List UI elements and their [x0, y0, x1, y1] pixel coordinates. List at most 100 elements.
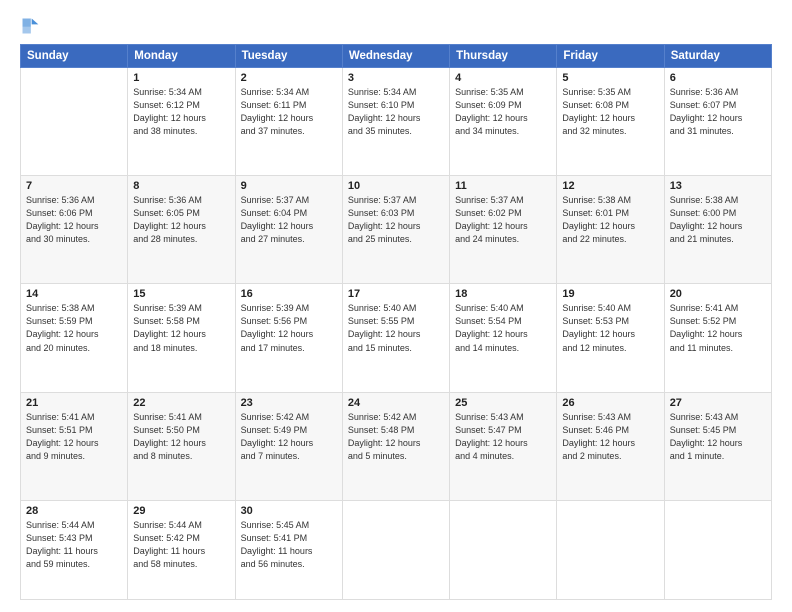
calendar-cell: 24 Sunrise: 5:42 AMSunset: 5:48 PMDayligh… [342, 392, 449, 500]
day-info: Sunrise: 5:44 AMSunset: 5:42 PMDaylight:… [133, 519, 229, 571]
day-number: 19 [562, 288, 658, 300]
calendar-cell: 5 Sunrise: 5:35 AMSunset: 6:08 PMDaylight… [557, 68, 664, 176]
calendar-cell: 20 Sunrise: 5:41 AMSunset: 5:52 PMDayligh… [664, 284, 771, 392]
day-info: Sunrise: 5:41 AMSunset: 5:50 PMDaylight:… [133, 411, 229, 463]
calendar-cell: 10 Sunrise: 5:37 AMSunset: 6:03 PMDayligh… [342, 176, 449, 284]
day-info: Sunrise: 5:34 AMSunset: 6:11 PMDaylight:… [241, 86, 337, 138]
day-info: Sunrise: 5:43 AMSunset: 5:46 PMDaylight:… [562, 411, 658, 463]
day-info: Sunrise: 5:37 AMSunset: 6:02 PMDaylight:… [455, 194, 551, 246]
day-number: 7 [26, 180, 122, 192]
day-info: Sunrise: 5:44 AMSunset: 5:43 PMDaylight:… [26, 519, 122, 571]
day-number: 12 [562, 180, 658, 192]
day-info: Sunrise: 5:42 AMSunset: 5:48 PMDaylight:… [348, 411, 444, 463]
calendar-cell [557, 500, 664, 599]
calendar-cell: 6Sunrise: 5:36 AMSunset: 6:07 PMDaylight… [664, 68, 771, 176]
col-header-wednesday: Wednesday [342, 45, 449, 68]
calendar-cell [664, 500, 771, 599]
week-row-0: 1Sunrise: 5:34 AMSunset: 6:12 PMDaylight… [21, 68, 772, 176]
day-number: 23 [241, 397, 337, 409]
day-info: Sunrise: 5:41 AMSunset: 5:51 PMDaylight:… [26, 411, 122, 463]
day-number: 6 [670, 72, 766, 84]
day-number: 17 [348, 288, 444, 300]
col-header-monday: Monday [128, 45, 235, 68]
calendar-cell [450, 500, 557, 599]
calendar-cell: 7Sunrise: 5:36 AMSunset: 6:06 PMDaylight… [21, 176, 128, 284]
calendar-cell: 15 Sunrise: 5:39 AMSunset: 5:58 PMDayligh… [128, 284, 235, 392]
calendar-cell: 14Sunrise: 5:38 AMSunset: 5:59 PMDayligh… [21, 284, 128, 392]
day-info: Sunrise: 5:37 AMSunset: 6:03 PMDaylight:… [348, 194, 444, 246]
calendar-cell: 12 Sunrise: 5:38 AMSunset: 6:01 PMDayligh… [557, 176, 664, 284]
day-info: Sunrise: 5:43 AMSunset: 5:45 PMDaylight:… [670, 411, 766, 463]
day-info: Sunrise: 5:38 AMSunset: 5:59 PMDaylight:… [26, 302, 122, 354]
day-number: 5 [562, 72, 658, 84]
day-number: 9 [241, 180, 337, 192]
day-number: 27 [670, 397, 766, 409]
calendar-table: SundayMondayTuesdayWednesdayThursdayFrid… [20, 44, 772, 600]
day-info: Sunrise: 5:38 AMSunset: 6:01 PMDaylight:… [562, 194, 658, 246]
calendar-cell: 11 Sunrise: 5:37 AMSunset: 6:02 PMDayligh… [450, 176, 557, 284]
day-number: 25 [455, 397, 551, 409]
day-info: Sunrise: 5:42 AMSunset: 5:49 PMDaylight:… [241, 411, 337, 463]
day-info: Sunrise: 5:36 AMSunset: 6:05 PMDaylight:… [133, 194, 229, 246]
day-number: 20 [670, 288, 766, 300]
col-header-thursday: Thursday [450, 45, 557, 68]
day-info: Sunrise: 5:39 AMSunset: 5:56 PMDaylight:… [241, 302, 337, 354]
day-info: Sunrise: 5:39 AMSunset: 5:58 PMDaylight:… [133, 302, 229, 354]
day-number: 2 [241, 72, 337, 84]
calendar-cell: 8 Sunrise: 5:36 AMSunset: 6:05 PMDaylight… [128, 176, 235, 284]
logo-icon [20, 16, 40, 36]
calendar-header: SundayMondayTuesdayWednesdayThursdayFrid… [21, 45, 772, 68]
day-number: 3 [348, 72, 444, 84]
day-info: Sunrise: 5:41 AMSunset: 5:52 PMDaylight:… [670, 302, 766, 354]
calendar-cell: 13Sunrise: 5:38 AMSunset: 6:00 PMDayligh… [664, 176, 771, 284]
day-number: 21 [26, 397, 122, 409]
calendar-cell: 9 Sunrise: 5:37 AMSunset: 6:04 PMDaylight… [235, 176, 342, 284]
col-header-friday: Friday [557, 45, 664, 68]
calendar-cell [21, 68, 128, 176]
day-info: Sunrise: 5:45 AMSunset: 5:41 PMDaylight:… [241, 519, 337, 571]
day-number: 8 [133, 180, 229, 192]
calendar-cell: 18 Sunrise: 5:40 AMSunset: 5:54 PMDayligh… [450, 284, 557, 392]
calendar-cell: 19Sunrise: 5:40 AMSunset: 5:53 PMDayligh… [557, 284, 664, 392]
calendar-cell [342, 500, 449, 599]
day-info: Sunrise: 5:34 AMSunset: 6:12 PMDaylight:… [133, 86, 229, 138]
day-info: Sunrise: 5:38 AMSunset: 6:00 PMDaylight:… [670, 194, 766, 246]
calendar-cell: 2 Sunrise: 5:34 AMSunset: 6:11 PMDaylight… [235, 68, 342, 176]
day-number: 11 [455, 180, 551, 192]
week-row-2: 14Sunrise: 5:38 AMSunset: 5:59 PMDayligh… [21, 284, 772, 392]
calendar-cell: 17 Sunrise: 5:40 AMSunset: 5:55 PMDayligh… [342, 284, 449, 392]
day-number: 10 [348, 180, 444, 192]
calendar-cell: 30Sunrise: 5:45 AMSunset: 5:41 PMDayligh… [235, 500, 342, 599]
day-number: 29 [133, 505, 229, 517]
day-info: Sunrise: 5:34 AMSunset: 6:10 PMDaylight:… [348, 86, 444, 138]
calendar-cell: 27 Sunrise: 5:43 AMSunset: 5:45 PMDayligh… [664, 392, 771, 500]
calendar-cell: 22Sunrise: 5:41 AMSunset: 5:50 PMDayligh… [128, 392, 235, 500]
day-info: Sunrise: 5:40 AMSunset: 5:54 PMDaylight:… [455, 302, 551, 354]
day-number: 28 [26, 505, 122, 517]
day-number: 26 [562, 397, 658, 409]
calendar-cell: 4Sunrise: 5:35 AMSunset: 6:09 PMDaylight… [450, 68, 557, 176]
calendar-cell: 26 Sunrise: 5:43 AMSunset: 5:46 PMDayligh… [557, 392, 664, 500]
page: SundayMondayTuesdayWednesdayThursdayFrid… [0, 0, 792, 612]
day-info: Sunrise: 5:40 AMSunset: 5:55 PMDaylight:… [348, 302, 444, 354]
calendar-cell: 29 Sunrise: 5:44 AMSunset: 5:42 PMDayligh… [128, 500, 235, 599]
col-header-saturday: Saturday [664, 45, 771, 68]
header [20, 16, 772, 36]
day-number: 15 [133, 288, 229, 300]
calendar-cell: 21 Sunrise: 5:41 AMSunset: 5:51 PMDayligh… [21, 392, 128, 500]
calendar-cell: 1Sunrise: 5:34 AMSunset: 6:12 PMDaylight… [128, 68, 235, 176]
col-header-sunday: Sunday [21, 45, 128, 68]
day-info: Sunrise: 5:35 AMSunset: 6:09 PMDaylight:… [455, 86, 551, 138]
calendar-cell: 23 Sunrise: 5:42 AMSunset: 5:49 PMDayligh… [235, 392, 342, 500]
day-info: Sunrise: 5:35 AMSunset: 6:08 PMDaylight:… [562, 86, 658, 138]
day-number: 24 [348, 397, 444, 409]
logo [20, 16, 42, 36]
day-number: 18 [455, 288, 551, 300]
calendar-cell: 16 Sunrise: 5:39 AMSunset: 5:56 PMDayligh… [235, 284, 342, 392]
day-info: Sunrise: 5:37 AMSunset: 6:04 PMDaylight:… [241, 194, 337, 246]
calendar-cell: 3 Sunrise: 5:34 AMSunset: 6:10 PMDaylight… [342, 68, 449, 176]
day-number: 16 [241, 288, 337, 300]
calendar-cell: 25Sunrise: 5:43 AMSunset: 5:47 PMDayligh… [450, 392, 557, 500]
calendar-body: 1Sunrise: 5:34 AMSunset: 6:12 PMDaylight… [21, 68, 772, 600]
header-row: SundayMondayTuesdayWednesdayThursdayFrid… [21, 45, 772, 68]
